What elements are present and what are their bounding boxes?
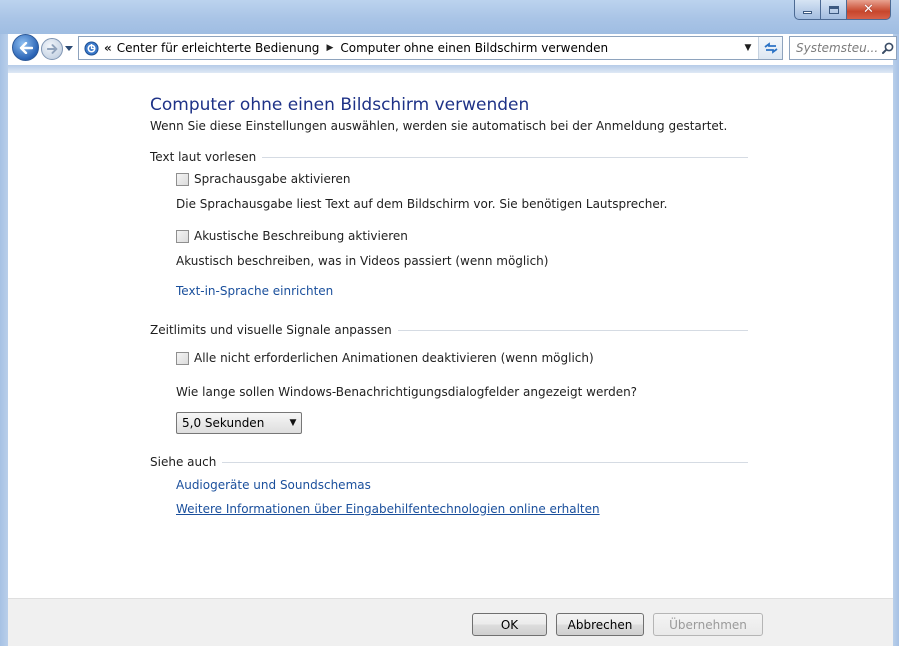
control-panel-icon bbox=[84, 40, 100, 56]
section-divider bbox=[397, 329, 748, 331]
recent-pages-button[interactable] bbox=[64, 44, 74, 54]
audio-devices-link[interactable]: Audiogeräte und Soundschemas bbox=[176, 478, 371, 492]
audio-description-checkbox-label[interactable]: Akustische Beschreibung aktivieren bbox=[194, 229, 408, 243]
section-heading-label: Text laut vorlesen bbox=[150, 150, 257, 164]
window-border-left bbox=[0, 34, 8, 646]
search-box[interactable] bbox=[789, 36, 897, 60]
breadcrumb-ease-of-access[interactable]: Center für erleichterte Bedienung bbox=[117, 41, 320, 55]
animations-checkbox[interactable] bbox=[176, 351, 189, 365]
breadcrumb-overflow[interactable]: « bbox=[104, 41, 112, 55]
close-icon: ✕ bbox=[863, 2, 874, 17]
minimize-button[interactable] bbox=[794, 0, 821, 20]
section-heading-label: Zeitlimits und visuelle Signale anpassen bbox=[150, 323, 392, 337]
page-title: Computer ohne einen Bildschirm verwenden bbox=[150, 95, 530, 115]
maximize-icon bbox=[828, 5, 839, 14]
chevron-down-icon bbox=[65, 46, 73, 51]
content-pane: Computer ohne einen Bildschirm verwenden… bbox=[8, 73, 893, 598]
narrator-checkbox-row[interactable]: Sprachausgabe aktivieren bbox=[176, 170, 351, 188]
section-divider bbox=[262, 156, 748, 158]
cancel-button[interactable]: Abbrechen bbox=[556, 613, 644, 636]
address-bar[interactable]: « Center für erleichterte Bedienung ▶ Co… bbox=[78, 36, 783, 60]
forward-button[interactable] bbox=[41, 38, 63, 60]
narrator-checkbox-label[interactable]: Sprachausgabe aktivieren bbox=[194, 172, 351, 186]
close-button[interactable]: ✕ bbox=[847, 0, 891, 20]
assistive-tech-info-link[interactable]: Weitere Informationen über Eingabehilfen… bbox=[176, 502, 600, 516]
apply-button[interactable]: Übernehmen bbox=[653, 613, 763, 636]
notification-duration-select[interactable]: 5,0 Sekunden ▼ bbox=[176, 412, 302, 434]
notification-duration-value: 5,0 Sekunden bbox=[182, 416, 265, 430]
button-bar: OK Abbrechen Übernehmen bbox=[8, 598, 893, 646]
animations-checkbox-label[interactable]: Alle nicht erforderlichen Animationen de… bbox=[194, 351, 594, 365]
toolbar-divider bbox=[8, 65, 893, 73]
search-input[interactable] bbox=[796, 41, 882, 55]
refresh-button[interactable] bbox=[758, 37, 782, 59]
window-border-right bbox=[893, 34, 899, 646]
breadcrumb-separator-icon[interactable]: ▶ bbox=[326, 43, 333, 53]
search-icon[interactable] bbox=[882, 42, 896, 54]
caption-buttons: ✕ bbox=[794, 0, 891, 20]
forward-arrow-icon bbox=[46, 44, 57, 54]
back-button[interactable] bbox=[12, 34, 39, 61]
address-dropdown-icon[interactable]: ▼ bbox=[742, 37, 754, 59]
breadcrumb-current[interactable]: Computer ohne einen Bildschirm verwenden bbox=[340, 41, 608, 55]
tts-setup-link[interactable]: Text-in-Sprache einrichten bbox=[176, 284, 333, 298]
narrator-description: Die Sprachausgabe liest Text auf dem Bil… bbox=[176, 197, 668, 211]
narrator-checkbox[interactable] bbox=[176, 172, 189, 186]
title-bar[interactable] bbox=[0, 0, 899, 34]
refresh-icon bbox=[763, 42, 778, 54]
audio-description-checkbox-row[interactable]: Akustische Beschreibung aktivieren bbox=[176, 227, 408, 245]
audio-description-checkbox[interactable] bbox=[176, 229, 189, 243]
animations-checkbox-row[interactable]: Alle nicht erforderlichen Animationen de… bbox=[176, 349, 594, 367]
page-subtitle: Wenn Sie diese Einstellungen auswählen, … bbox=[150, 119, 728, 133]
ok-button[interactable]: OK bbox=[472, 613, 547, 636]
maximize-button[interactable] bbox=[821, 0, 847, 20]
section-divider bbox=[222, 461, 748, 463]
minimize-icon bbox=[803, 11, 812, 14]
audio-description-description: Akustisch beschreiben, was in Videos pas… bbox=[176, 254, 549, 268]
dropdown-arrow-icon: ▼ bbox=[289, 418, 297, 428]
section-heading-read-aloud: Text laut vorlesen bbox=[150, 149, 748, 165]
section-heading-timing: Zeitlimits und visuelle Signale anpassen bbox=[150, 322, 748, 338]
back-arrow-icon bbox=[19, 41, 33, 54]
section-heading-label: Siehe auch bbox=[150, 455, 217, 469]
section-heading-see-also: Siehe auch bbox=[150, 454, 748, 470]
notification-duration-question: Wie lange sollen Windows-Benachrichtigun… bbox=[176, 385, 638, 399]
